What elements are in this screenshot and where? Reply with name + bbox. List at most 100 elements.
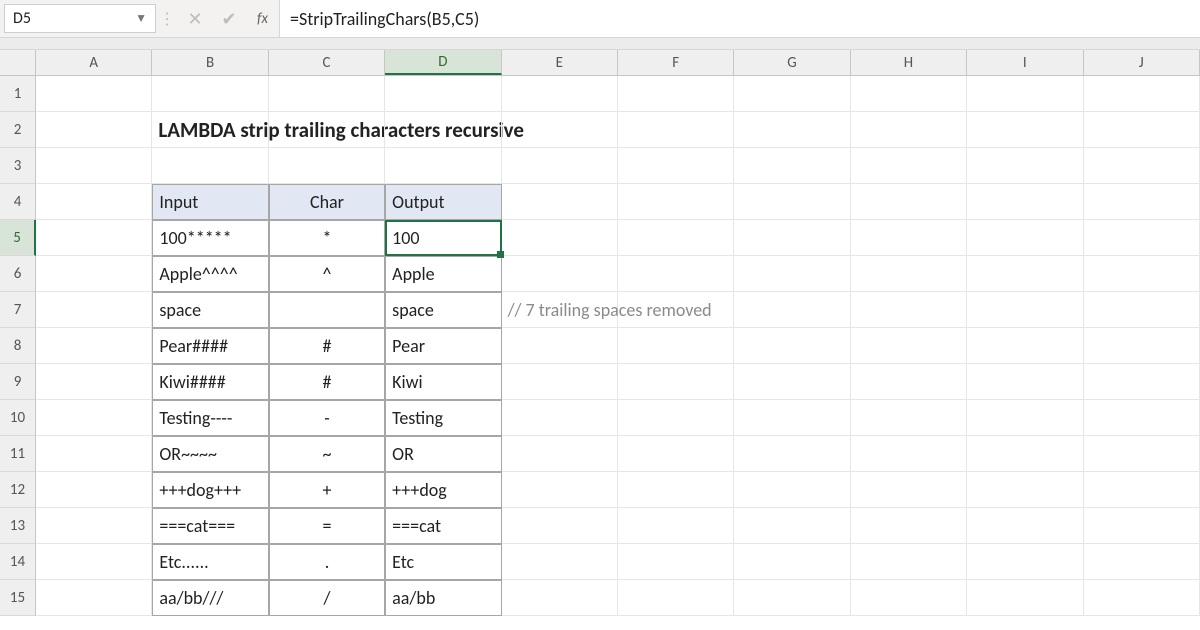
table-header[interactable]: Char xyxy=(269,184,385,220)
cell[interactable] xyxy=(851,328,967,364)
cell[interactable] xyxy=(851,112,967,148)
cell[interactable] xyxy=(502,112,618,148)
cell[interactable] xyxy=(502,184,618,220)
cell[interactable] xyxy=(269,148,385,184)
cell[interactable] xyxy=(1084,328,1200,364)
cell[interactable] xyxy=(1084,400,1200,436)
cell[interactable] xyxy=(385,148,501,184)
cell[interactable] xyxy=(734,544,850,580)
row-header[interactable]: 14 xyxy=(0,544,36,580)
cell[interactable] xyxy=(734,508,850,544)
row-header[interactable]: 1 xyxy=(0,76,36,112)
cell[interactable] xyxy=(502,256,618,292)
cell[interactable] xyxy=(618,220,734,256)
cell[interactable] xyxy=(36,580,152,616)
table-cell[interactable]: Etc xyxy=(385,544,501,580)
col-header[interactable]: B xyxy=(152,50,268,75)
cell[interactable] xyxy=(36,544,152,580)
cell[interactable] xyxy=(734,400,850,436)
table-cell[interactable]: / xyxy=(269,580,385,616)
cell[interactable] xyxy=(967,148,1083,184)
cell[interactable] xyxy=(618,364,734,400)
cell[interactable] xyxy=(36,292,152,328)
cell[interactable] xyxy=(967,400,1083,436)
col-header[interactable]: J xyxy=(1084,50,1200,75)
cell[interactable] xyxy=(851,400,967,436)
cell[interactable] xyxy=(851,364,967,400)
cell[interactable] xyxy=(967,544,1083,580)
row-header[interactable]: 13 xyxy=(0,508,36,544)
cell[interactable] xyxy=(1084,364,1200,400)
cell[interactable] xyxy=(1084,220,1200,256)
cell[interactable] xyxy=(502,148,618,184)
cell[interactable] xyxy=(385,76,501,112)
cell[interactable] xyxy=(734,184,850,220)
cell[interactable] xyxy=(618,544,734,580)
cell[interactable] xyxy=(967,292,1083,328)
table-header[interactable]: Input xyxy=(152,184,268,220)
cell[interactable] xyxy=(734,220,850,256)
cell[interactable] xyxy=(36,256,152,292)
table-cell[interactable]: # xyxy=(269,364,385,400)
cell[interactable] xyxy=(618,400,734,436)
table-cell[interactable]: 100***** xyxy=(152,220,268,256)
cell[interactable] xyxy=(851,508,967,544)
cell[interactable] xyxy=(36,76,152,112)
worksheet[interactable]: A B C D E F G H I J 1 2 LAMBDA strip tra… xyxy=(0,50,1200,616)
cell[interactable] xyxy=(967,472,1083,508)
cell[interactable] xyxy=(36,400,152,436)
table-cell[interactable]: ~ xyxy=(269,436,385,472)
cell[interactable] xyxy=(36,112,152,148)
cell[interactable] xyxy=(734,292,850,328)
cell[interactable] xyxy=(851,472,967,508)
cell[interactable] xyxy=(967,112,1083,148)
cell[interactable] xyxy=(1084,580,1200,616)
col-header[interactable]: I xyxy=(967,50,1083,75)
cell[interactable] xyxy=(618,112,734,148)
cell[interactable] xyxy=(734,76,850,112)
cell[interactable] xyxy=(618,148,734,184)
cell[interactable] xyxy=(502,76,618,112)
row-header[interactable]: 5 xyxy=(0,220,36,256)
cell[interactable] xyxy=(36,472,152,508)
table-cell[interactable]: # xyxy=(269,328,385,364)
cell[interactable] xyxy=(36,184,152,220)
cell[interactable] xyxy=(734,364,850,400)
cell[interactable] xyxy=(851,436,967,472)
cell[interactable] xyxy=(618,256,734,292)
table-cell[interactable]: aa/bb xyxy=(385,580,501,616)
cell[interactable] xyxy=(618,472,734,508)
cell[interactable] xyxy=(152,148,268,184)
table-cell[interactable]: 100 xyxy=(385,220,501,256)
cell[interactable] xyxy=(385,112,501,148)
table-cell[interactable]: Pear#### xyxy=(152,328,268,364)
table-cell[interactable]: = xyxy=(269,508,385,544)
cell[interactable] xyxy=(502,328,618,364)
cancel-icon[interactable]: ✕ xyxy=(178,0,212,37)
col-header[interactable]: H xyxy=(851,50,967,75)
table-cell[interactable]: ^ xyxy=(269,256,385,292)
table-cell[interactable]: +++dog+++ xyxy=(152,472,268,508)
cell[interactable] xyxy=(734,580,850,616)
cell[interactable] xyxy=(734,328,850,364)
cell[interactable] xyxy=(618,508,734,544)
col-header[interactable]: C xyxy=(269,50,385,75)
cell[interactable] xyxy=(618,76,734,112)
table-cell[interactable]: + xyxy=(269,472,385,508)
cell[interactable] xyxy=(734,436,850,472)
cell[interactable] xyxy=(502,400,618,436)
table-cell[interactable]: Pear xyxy=(385,328,501,364)
col-header[interactable]: E xyxy=(502,50,618,75)
table-cell[interactable]: Testing---- xyxy=(152,400,268,436)
row-header[interactable]: 7 xyxy=(0,292,36,328)
cell[interactable] xyxy=(36,436,152,472)
cell[interactable] xyxy=(967,364,1083,400)
cell[interactable] xyxy=(502,472,618,508)
table-cell[interactable]: Apple^^^^ xyxy=(152,256,268,292)
table-cell[interactable]: * xyxy=(269,220,385,256)
cell[interactable] xyxy=(36,220,152,256)
cell[interactable] xyxy=(1084,508,1200,544)
row-header[interactable]: 4 xyxy=(0,184,36,220)
cell[interactable] xyxy=(734,472,850,508)
cell[interactable] xyxy=(851,148,967,184)
